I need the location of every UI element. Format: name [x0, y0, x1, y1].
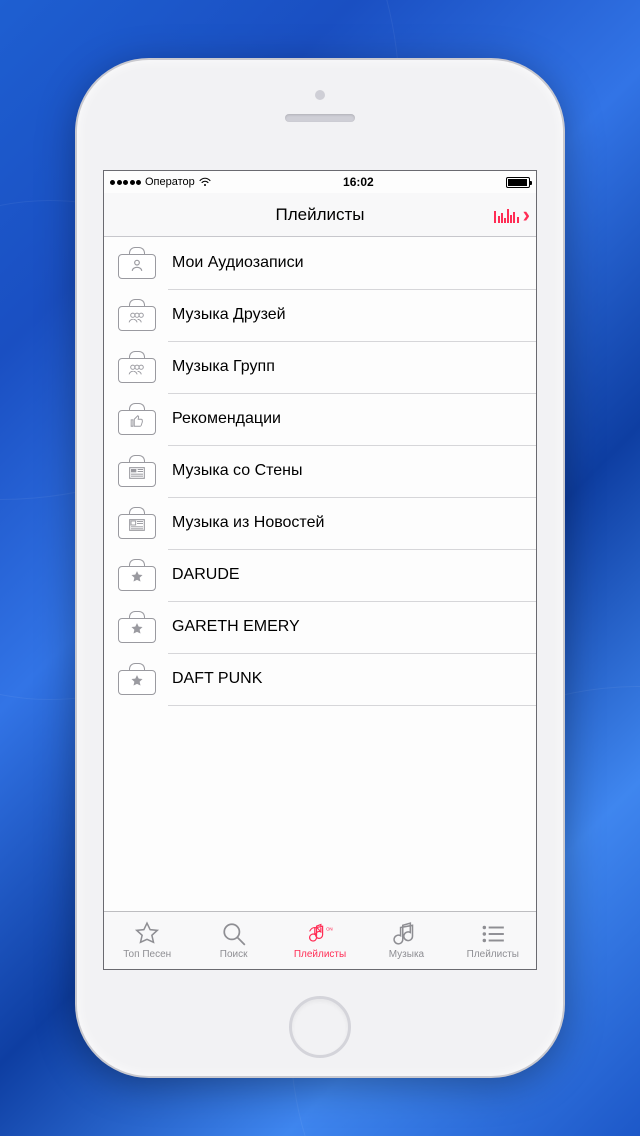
search-icon — [221, 921, 247, 947]
page-title: Плейлисты — [275, 205, 364, 225]
tab-bar: Топ Песен Поиск ONLINE Плейлисты Музыка Плейл… — [104, 911, 536, 969]
equalizer-icon — [494, 207, 518, 223]
list-item[interactable]: Рекомендации — [104, 393, 536, 445]
list-item-label: Музыка из Новостей — [172, 514, 324, 532]
tab-label: Топ Песен — [123, 949, 171, 960]
list-item[interactable]: DARUDE — [104, 549, 536, 601]
playlist-list: Мои Аудиозаписи Музыка Друзей Музыка Групп… — [104, 237, 536, 705]
tab-online[interactable]: ONLINE Плейлисты — [277, 912, 363, 969]
phone-frame: Оператор 16:02 Плейлисты › Мои Аудиозапи… — [77, 60, 563, 1076]
chevron-right-icon: › — [523, 204, 530, 226]
folder-thumb-icon — [118, 403, 156, 435]
tab-label: Плейлисты — [467, 949, 519, 960]
home-button[interactable] — [289, 996, 351, 1058]
phone-earpiece — [285, 114, 355, 122]
status-bar: Оператор 16:02 — [104, 171, 536, 193]
tab-music[interactable]: Музыка — [363, 912, 449, 969]
list-item-label: Рекомендации — [172, 410, 281, 428]
tab-label: Музыка — [389, 949, 424, 960]
folder-star-icon — [118, 663, 156, 695]
star-icon — [134, 921, 160, 947]
note-online-icon: ONLINE — [307, 921, 333, 947]
folder-news-icon — [118, 507, 156, 539]
phone-camera — [315, 90, 325, 100]
signal-icon — [110, 180, 141, 185]
clock: 16:02 — [343, 175, 374, 189]
list-item[interactable]: Музыка Групп — [104, 341, 536, 393]
tab-search[interactable]: Поиск — [190, 912, 276, 969]
note-icon — [393, 921, 419, 947]
folder-group-icon — [118, 351, 156, 383]
list-item[interactable]: Музыка из Новостей — [104, 497, 536, 549]
wifi-icon — [199, 177, 211, 187]
list-item[interactable]: Музыка Друзей — [104, 289, 536, 341]
list-item-label: Музыка Групп — [172, 358, 275, 376]
tab-top[interactable]: Топ Песен — [104, 912, 190, 969]
battery-icon — [506, 177, 530, 188]
folder-wall-icon — [118, 455, 156, 487]
list-item-label: Мои Аудиозаписи — [172, 254, 304, 272]
nav-header: Плейлисты › — [104, 193, 536, 237]
folder-star-icon — [118, 611, 156, 643]
folder-group-icon — [118, 299, 156, 331]
list-item[interactable]: GARETH EMERY — [104, 601, 536, 653]
list-item-label: GARETH EMERY — [172, 618, 300, 636]
list-item-label: DARUDE — [172, 566, 240, 584]
tab-label: Поиск — [220, 949, 248, 960]
screen: Оператор 16:02 Плейлисты › Мои Аудиозапи… — [103, 170, 537, 970]
list-item-label: Музыка Друзей — [172, 306, 286, 324]
tab-playlists[interactable]: Плейлисты — [450, 912, 536, 969]
tab-label: Плейлисты — [294, 949, 346, 960]
carrier-label: Оператор — [145, 176, 195, 188]
list-item-label: DAFT PUNK — [172, 670, 262, 688]
now-playing-button[interactable]: › — [494, 193, 530, 236]
list-icon — [480, 921, 506, 947]
list-item[interactable]: Музыка со Стены — [104, 445, 536, 497]
list-item[interactable]: DAFT PUNK — [104, 653, 536, 705]
list-item-label: Музыка со Стены — [172, 462, 303, 480]
folder-star-icon — [118, 559, 156, 591]
folder-person-icon — [118, 247, 156, 279]
svg-text:ONLINE: ONLINE — [326, 927, 333, 932]
list-item[interactable]: Мои Аудиозаписи — [104, 237, 536, 289]
